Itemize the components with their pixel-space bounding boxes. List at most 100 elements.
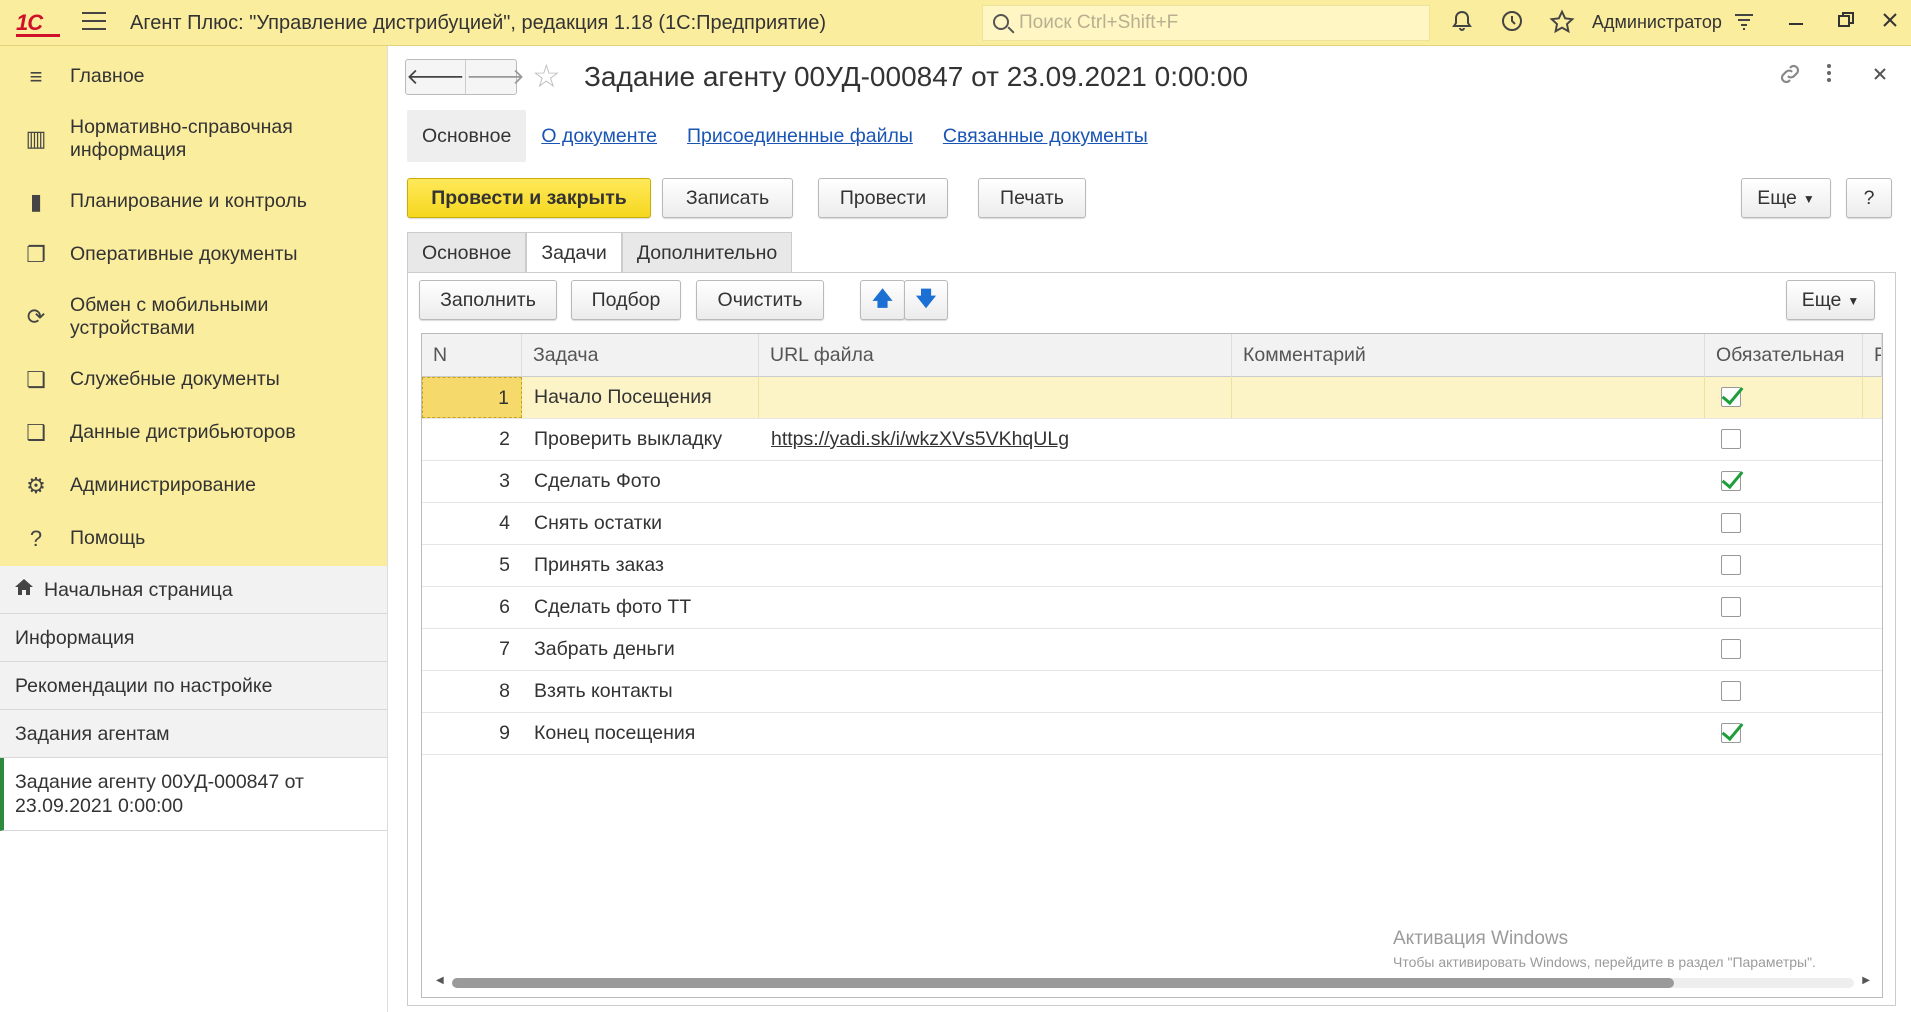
more-button[interactable]: Еще ▼ [1741,178,1831,218]
page-tab-main[interactable]: Основное [407,232,527,273]
task-cell[interactable]: Проверить выкладку [522,419,759,460]
table-row[interactable]: 4 Снять остатки [422,503,1882,545]
nav-agent-tasks[interactable]: Задания агентам [0,710,387,758]
tab-related-documents[interactable]: Связанные документы [928,110,1163,162]
pick-button[interactable]: Подбор [571,280,681,320]
section-main[interactable]: ≡ Главное [0,50,387,103]
clear-button[interactable]: Очистить [696,280,824,320]
menu-icon[interactable] [82,12,106,32]
nav-current-document[interactable]: Задание агенту 00УД-000847 от 23.09.2021… [0,758,387,831]
minimize-icon[interactable] [1782,9,1810,37]
user-name[interactable]: Администратор [1592,12,1722,33]
forward-arrow-icon[interactable]: 🡒 [465,60,525,94]
url-cell[interactable] [759,545,1232,586]
required-checkbox[interactable] [1721,555,1741,575]
nav-recommendations[interactable]: Рекомендации по настройке [0,662,387,710]
column-url[interactable]: URL файла [759,334,1232,377]
table-row[interactable]: 8 Взять контакты [422,671,1882,713]
table-row[interactable]: 2 Проверить выкладку https://yadi.sk/i/wkz… [422,419,1882,461]
favorites-icon[interactable] [1548,9,1576,37]
column-required[interactable]: Обязательная [1705,334,1863,377]
section-reference[interactable]: ▥ Нормативно-справочная информация [0,103,387,175]
url-cell[interactable] [759,629,1232,670]
section-help[interactable]: ? Помощь [0,512,387,565]
task-cell[interactable]: Сделать фото ТТ [522,587,759,628]
move-up-icon[interactable]: 🡅 [860,280,905,320]
help-button[interactable]: ? [1846,178,1892,218]
restore-icon[interactable] [1832,9,1860,37]
task-cell[interactable]: Снять остатки [522,503,759,544]
link-icon[interactable] [1777,61,1803,93]
tab-about-document[interactable]: О документе [526,110,672,162]
tasks-more-button[interactable]: Еще ▼ [1786,280,1875,320]
section-planning[interactable]: ▮ Планирование и контроль [0,175,387,228]
comment-cell[interactable] [1232,587,1705,628]
column-comment[interactable]: Комментарий [1232,334,1705,377]
task-cell[interactable]: Сделать Фото [522,461,759,502]
table-row[interactable]: 3 Сделать Фото [422,461,1882,503]
task-cell[interactable]: Принять заказ [522,545,759,586]
url-cell[interactable] [759,587,1232,628]
more-vertical-icon[interactable] [1825,61,1833,91]
nav-information[interactable]: Информация [0,614,387,662]
task-cell[interactable]: Взять контакты [522,671,759,712]
fill-button[interactable]: Заполнить [419,280,557,320]
page-tab-additional[interactable]: Дополнительно [621,232,793,273]
comment-cell[interactable] [1232,671,1705,712]
table-row[interactable]: 9 Конец посещения [422,713,1882,755]
favorite-star-icon[interactable]: ☆ [532,58,561,94]
scroll-left-icon[interactable]: ◀ [436,975,444,986]
horizontal-scrollbar[interactable]: ◀ ▶ [430,975,1876,989]
page-tab-tasks[interactable]: Задачи [526,232,622,274]
table-row[interactable]: 5 Принять заказ [422,545,1882,587]
table-row[interactable]: 6 Сделать фото ТТ [422,587,1882,629]
comment-cell[interactable] [1232,461,1705,502]
column-n[interactable]: N [422,334,522,377]
back-arrow-icon[interactable]: 🡐 [406,60,465,94]
url-cell[interactable] [759,671,1232,712]
column-task[interactable]: Задача [522,334,759,377]
nav-home-page[interactable]: Начальная страница [0,566,387,614]
required-checkbox[interactable] [1721,471,1741,491]
comment-cell[interactable] [1232,503,1705,544]
required-checkbox[interactable] [1721,513,1741,533]
close-window-icon[interactable] [1876,9,1904,37]
required-checkbox[interactable] [1721,723,1741,743]
bell-icon[interactable] [1448,9,1476,37]
url-cell[interactable] [759,377,1232,418]
section-operational-docs[interactable]: ❐ Оперативные документы [0,228,387,281]
column-extra[interactable]: Р [1863,334,1882,377]
scroll-right-icon[interactable]: ▶ [1862,975,1870,986]
section-service-docs[interactable]: ❏ Служебные документы [0,353,387,406]
tab-attached-files[interactable]: Присоединенные файлы [672,110,928,162]
comment-cell[interactable] [1232,419,1705,460]
section-distributor-data[interactable]: ❑ Данные дистрибьюторов [0,406,387,459]
required-checkbox[interactable] [1721,681,1741,701]
post-button[interactable]: Провести [818,178,948,218]
comment-cell[interactable] [1232,545,1705,586]
url-cell[interactable]: https://yadi.sk/i/wkzXVs5VKhqULg [759,419,1232,460]
scroll-thumb[interactable] [452,978,1674,988]
print-button[interactable]: Печать [978,178,1086,218]
required-checkbox[interactable] [1721,429,1741,449]
url-link[interactable]: https://yadi.sk/i/wkzXVs5VKhqULg [771,428,1069,450]
required-checkbox[interactable] [1721,639,1741,659]
tab-main[interactable]: Основное [407,110,527,162]
search-input[interactable]: Поиск Ctrl+Shift+F [982,5,1430,41]
history-icon[interactable] [1498,9,1526,37]
comment-cell[interactable] [1232,713,1705,754]
url-cell[interactable] [759,503,1232,544]
settings-menu-icon[interactable] [1730,9,1758,37]
section-administration[interactable]: ⚙ Администрирование [0,459,387,512]
comment-cell[interactable] [1232,377,1705,418]
required-checkbox[interactable] [1721,387,1741,407]
app-logo[interactable]: 1С [16,10,60,37]
task-cell[interactable]: Забрать деньги [522,629,759,670]
section-mobile-exchange[interactable]: ⟳ Обмен с мобильными устройствами [0,281,387,353]
table-row[interactable]: 7 Забрать деньги [422,629,1882,671]
url-cell[interactable] [759,713,1232,754]
task-cell[interactable]: Конец посещения [522,713,759,754]
move-down-icon[interactable]: 🡇 [904,280,948,320]
save-button[interactable]: Записать [662,178,793,218]
required-checkbox[interactable] [1721,597,1741,617]
